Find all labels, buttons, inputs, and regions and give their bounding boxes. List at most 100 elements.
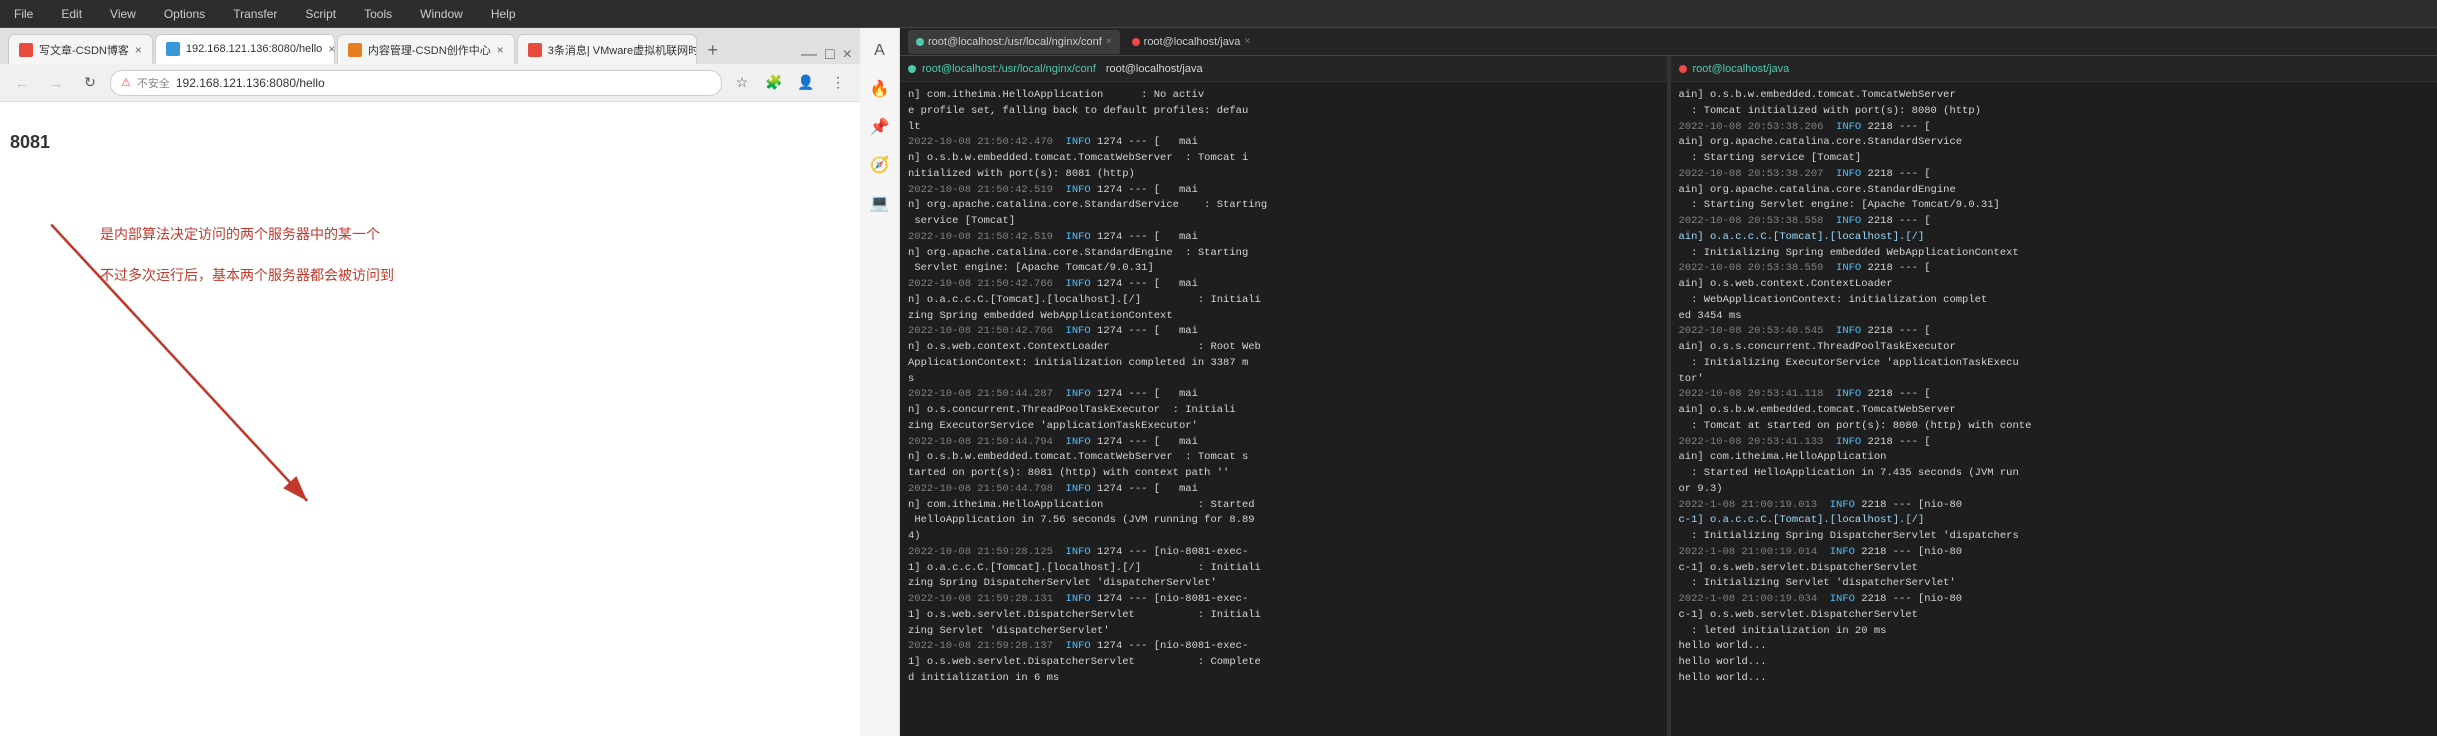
menu-item-tools[interactable]: Tools [358,5,398,23]
terminals-container: root@localhost:/usr/local/nginx/conf roo… [900,56,2437,736]
restore-button[interactable]: □ [825,46,835,64]
terminal-line: : Initializing Spring DispatcherServlet … [1679,529,2430,545]
terminal-line: : Initializing Spring embedded WebApplic… [1679,246,2430,262]
terminal-line: n] o.s.b.w.embedded.tomcat.TomcatWebServ… [908,151,1659,167]
terminal-line: 1] o.s.web.servlet.DispatcherServlet : I… [908,608,1659,624]
terminal-line: ain] o.a.c.c.C.[Tomcat].[localhost].[/] [1679,230,2430,246]
tab-label-content: 内容管理-CSDN创作中心 [368,42,491,58]
terminal-line: 2022-10-08 21:50:42.519 INFO 1274 --- [ … [908,183,1659,199]
address-text: 192.168.121.136:8080/hello [176,76,325,90]
terminal-header-right-text: root@localhost/java [1693,63,1790,75]
browser-navbar: ← → ↻ ⚠ 不安全 192.168.121.136:8080/hello ☆… [0,64,860,102]
sidebar-icon-nav[interactable]: 🧭 [865,150,895,180]
annotation-container: 是内部算法决定访问的两个服务器中的某一个 不过多次运行后，基本两个服务器都会被访… [100,222,394,288]
terminal-line: s [908,372,1659,388]
terminal-line: n] o.s.b.w.embedded.tomcat.TomcatWebServ… [908,450,1659,466]
back-button[interactable]: ← [8,69,36,97]
terminal-line: 2022-1-08 21:00:19.013 INFO 2218 --- [ni… [1679,498,2430,514]
terminal-tab-java[interactable]: root@localhost/java × [1124,30,1259,54]
terminal-line: e profile set, falling back to default p… [908,104,1659,120]
terminal-line: 1] o.a.c.c.C.[Tomcat].[localhost].[/] : … [908,561,1659,577]
menu-item-file[interactable]: File [8,5,39,23]
terminal-line: 2022-1-08 21:00:19.014 INFO 2218 --- [ni… [1679,545,2430,561]
nav-extra-buttons: ☆ 🧩 👤 ⋮ [728,69,852,97]
main-content: 写文章-CSDN博客 × 192.168.121.136:8080/hello … [0,28,2437,736]
menu-item-help[interactable]: Help [485,5,522,23]
terminal-line: : Tomcat at started on port(s): 8080 (ht… [1679,419,2430,435]
address-insecure-label: 不安全 [137,75,170,91]
terminal-line: ain] o.s.s.concurrent.ThreadPoolTaskExec… [1679,340,2430,356]
terminal-header-right: root@localhost/java [1671,56,2437,82]
sidebar-icon-vm[interactable]: 💻 [865,188,895,218]
star-button[interactable]: ☆ [728,69,756,97]
tab-vmware[interactable]: 3条消息| VMware虚拟机联网时... × [517,34,697,64]
terminal-line: 2022-10-08 20:53:38.207 INFO 2218 --- [ [1679,167,2430,183]
address-bar[interactable]: ⚠ 不安全 192.168.121.136:8080/hello [110,70,722,96]
terminal-line: 2022-10-08 20:53:38.559 INFO 2218 --- [ [1679,261,2430,277]
terminal-line: : Tomcat initialized with port(s): 8080 … [1679,104,2430,120]
terminal-line: ain] org.apache.catalina.core.StandardEn… [1679,183,2430,199]
terminal-line: service [Tomcat] [908,214,1659,230]
terminal-line: zing Spring embedded WebApplicationConte… [908,309,1659,325]
terminal-line: zing Spring DispatcherServlet 'dispatche… [908,576,1659,592]
tab-label-vmware: 3条消息| VMware虚拟机联网时... [548,42,697,58]
terminal-line: 2022-1-08 21:00:19.034 INFO 2218 --- [ni… [1679,592,2430,608]
terminal-line: : Started HelloApplication in 7.435 seco… [1679,466,2430,482]
tab-hello[interactable]: 192.168.121.136:8080/hello × [155,34,335,64]
terminal-line: n] o.s.concurrent.ThreadPoolTaskExecutor… [908,403,1659,419]
terminal-line: 2022-10-08 21:59:28.137 INFO 1274 --- [n… [908,639,1659,655]
terminal-body-right[interactable]: ain] o.s.b.w.embedded.tomcat.TomcatWebSe… [1671,82,2437,736]
terminal-tab-java-close[interactable]: × [1244,36,1250,47]
sidebar-icon-fire[interactable]: 🔥 [865,74,895,104]
menu-item-script[interactable]: Script [299,5,342,23]
terminal-line: Servlet engine: [Apache Tomcat/9.0.31] [908,261,1659,277]
terminal-body-left[interactable]: n] com.itheima.HelloApplication : No act… [900,82,1667,736]
new-tab-button[interactable]: + [699,36,727,64]
tab-label-hello: 192.168.121.136:8080/hello [186,43,322,55]
terminal-line: ApplicationContext: initialization compl… [908,356,1659,372]
extensions-button[interactable]: 🧩 [760,69,788,97]
terminal-line: 2022-10-08 21:50:42.766 INFO 1274 --- [ … [908,324,1659,340]
terminal-line: 2022-10-08 21:59:28.131 INFO 1274 --- [n… [908,592,1659,608]
profile-button[interactable]: 👤 [792,69,820,97]
menu-item-window[interactable]: Window [414,5,469,23]
menu-item-view[interactable]: View [104,5,142,23]
tab-content-csdn[interactable]: 内容管理-CSDN创作中心 × [337,34,515,64]
terminal-line: tor' [1679,372,2430,388]
terminal-line: n] org.apache.catalina.core.StandardEngi… [908,246,1659,262]
terminal-line: 2022-10-08 21:50:42.519 INFO 1274 --- [ … [908,230,1659,246]
terminal-line: : WebApplicationContext: initialization … [1679,293,2430,309]
sidebar-icon-3[interactable]: 📌 [865,112,895,142]
minimize-button[interactable]: — [801,46,817,64]
terminal-line: 2022-10-08 21:50:44.287 INFO 1274 --- [ … [908,387,1659,403]
terminal-line: : Initializing Servlet 'dispatcherServle… [1679,576,2430,592]
terminal-line: n] org.apache.catalina.core.StandardServ… [908,198,1659,214]
sidebar-icon-1[interactable]: A [865,36,895,66]
forward-button[interactable]: → [42,69,70,97]
terminal-line: 2022-10-08 21:50:42.470 INFO 1274 --- [ … [908,135,1659,151]
tab-close-content[interactable]: × [497,43,504,57]
terminal-panels: root@localhost:/usr/local/nginx/conf × r… [900,28,2437,736]
tab-favicon-vmware [528,43,542,57]
port-label: 8081 [10,132,50,153]
refresh-button[interactable]: ↻ [76,69,104,97]
terminal-line: 2022-10-08 20:53:40.545 INFO 2218 --- [ [1679,324,2430,340]
tab-indicator-nginx [916,38,924,46]
tab-close-hello[interactable]: × [328,42,335,56]
terminal-line: zing Servlet 'dispatcherServlet' [908,624,1659,640]
terminal-line: hello world... [1679,671,2430,687]
terminal-line: or 9.3) [1679,482,2430,498]
terminal-line: zing ExecutorService 'applicationTaskExe… [908,419,1659,435]
security-lock-icon: ⚠ [121,76,131,89]
more-button[interactable]: ⋮ [824,69,852,97]
menu-item-edit[interactable]: Edit [55,5,88,23]
close-button[interactable]: × [843,46,852,64]
menu-item-transfer[interactable]: Transfer [227,5,283,23]
menu-item-options[interactable]: Options [158,5,211,23]
tab-write-csdn[interactable]: 写文章-CSDN博客 × [8,34,153,64]
terminal-tab-nginx-close[interactable]: × [1106,36,1112,47]
terminal-line: n] o.s.web.context.ContextLoader : Root … [908,340,1659,356]
tab-close-csdn[interactable]: × [135,43,142,57]
terminal-line: : leted initialization in 20 ms [1679,624,2430,640]
terminal-tab-nginx[interactable]: root@localhost:/usr/local/nginx/conf × [908,30,1120,54]
